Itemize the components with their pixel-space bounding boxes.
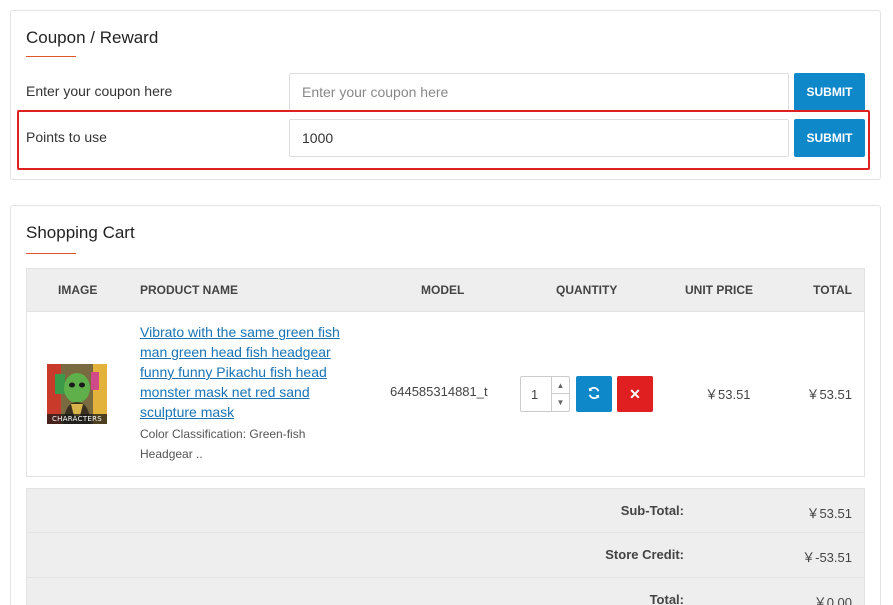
title-underline	[26, 56, 76, 57]
column-header-product-name: PRODUCT NAME	[140, 283, 238, 297]
product-image-caption: CHARACTERS	[51, 415, 103, 423]
table-row: CHARACTERS Vibrato with the same green f…	[27, 312, 864, 476]
coupon-row: Enter your coupon here SUBMIT	[26, 73, 866, 111]
product-model: 644585314881_t	[390, 384, 488, 399]
coupon-label: Enter your coupon here	[26, 83, 173, 99]
chevron-up-icon[interactable]: ▲	[552, 377, 569, 394]
subtotal-row: Sub-Total: ￥53.51	[26, 488, 865, 533]
refresh-icon	[588, 386, 600, 399]
remove-item-button[interactable]: ✕	[617, 376, 653, 412]
total-label: Total:	[649, 592, 684, 605]
coupon-submit-button[interactable]: SUBMIT	[794, 73, 865, 111]
unit-price: ￥53.51	[705, 387, 751, 402]
store-credit-label: Store Credit:	[605, 547, 684, 562]
store-credit-value: ￥-53.51	[802, 550, 852, 565]
column-header-model: MODEL	[421, 283, 465, 297]
subtotal-label: Sub-Total:	[620, 503, 684, 518]
total-value: ￥0.00	[813, 595, 852, 605]
title-underline	[26, 253, 76, 254]
update-quantity-button[interactable]	[576, 376, 612, 412]
column-header-total: TOTAL	[813, 283, 852, 297]
product-name-link[interactable]: Vibrato with the same green fish man gre…	[140, 322, 350, 422]
cart-totals: Sub-Total: ￥53.51 Store Credit: ￥-53.51 …	[26, 488, 865, 605]
column-header-image: IMAGE	[58, 283, 98, 297]
chevron-down-icon[interactable]: ▼	[552, 394, 569, 411]
quantity-spinner: ▲ ▼	[551, 377, 569, 411]
quantity-stepper[interactable]: 1 ▲ ▼	[520, 376, 570, 412]
coupon-reward-panel: Coupon / Reward Enter your coupon here S…	[10, 10, 881, 180]
cart-panel-title: Shopping Cart	[26, 223, 135, 242]
cart-table-header: IMAGE PRODUCT NAME MODEL QUANTITY UNIT P…	[27, 269, 864, 312]
shopping-cart-panel: Shopping Cart IMAGE PRODUCT NAME MODEL Q…	[10, 205, 881, 605]
points-submit-button[interactable]: SUBMIT	[794, 119, 865, 157]
row-total: ￥53.51	[806, 387, 852, 402]
coupon-input[interactable]	[289, 73, 789, 111]
total-row: Total: ￥0.00	[26, 578, 865, 605]
points-row: Points to use SUBMIT	[26, 119, 866, 157]
column-header-unit-price: UNIT PRICE	[685, 283, 754, 297]
product-image[interactable]: CHARACTERS	[47, 364, 107, 424]
quantity-value[interactable]: 1	[531, 387, 538, 402]
close-icon: ✕	[629, 386, 641, 402]
store-credit-row: Store Credit: ￥-53.51	[26, 533, 865, 578]
cart-table: IMAGE PRODUCT NAME MODEL QUANTITY UNIT P…	[26, 268, 865, 477]
product-option: Color Classification: Green-fish Headgea…	[140, 427, 306, 461]
points-input[interactable]	[289, 119, 789, 157]
subtotal-value: ￥53.51	[806, 506, 852, 521]
points-label: Points to use	[26, 129, 107, 145]
column-header-quantity: QUANTITY	[556, 283, 618, 297]
coupon-panel-title: Coupon / Reward	[26, 28, 159, 47]
